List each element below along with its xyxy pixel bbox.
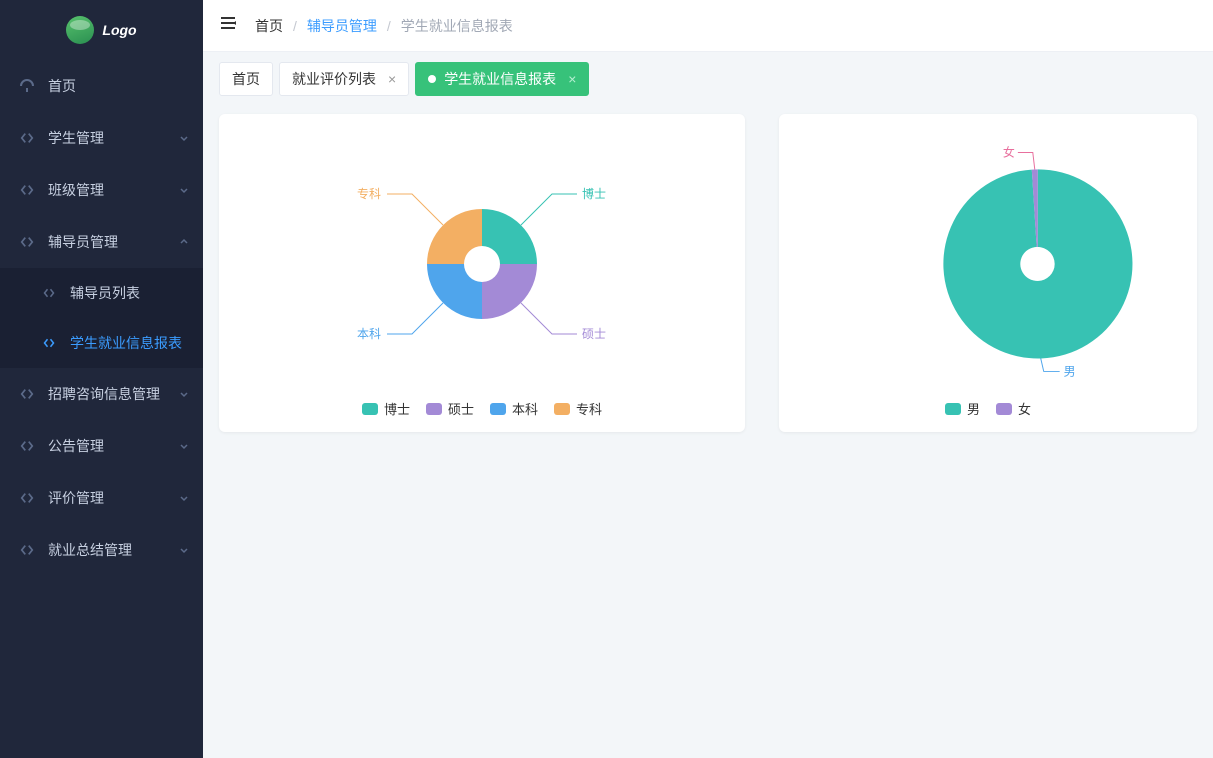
nav-sub-label: 学生就业信息报表 [70, 333, 182, 353]
legend-item-male[interactable]: 男 [945, 399, 980, 418]
code-icon [18, 387, 36, 401]
tabbar: 首页 就业评价列表 × 学生就业信息报表 × [203, 52, 1213, 106]
legend-label: 博士 [384, 399, 410, 418]
nav: 首页 学生管理 班级管理 [0, 60, 203, 576]
gender-pie-chart: 女 男 男 女 [779, 114, 1197, 432]
legend-label: 本科 [512, 399, 538, 418]
tab-evaluation-list[interactable]: 就业评价列表 × [279, 62, 409, 96]
legend-item-bachelor[interactable]: 本科 [490, 399, 538, 418]
legend-item-female[interactable]: 女 [996, 399, 1031, 418]
code-icon [18, 183, 36, 197]
nav-item-announcement[interactable]: 公告管理 [0, 420, 203, 472]
sidebar: Logo 首页 学生管理 班级 [0, 0, 203, 758]
code-icon [18, 235, 36, 249]
nav-item-recruitment[interactable]: 招聘咨询信息管理 [0, 368, 203, 420]
nav-item-summary[interactable]: 就业总结管理 [0, 524, 203, 576]
code-icon [18, 131, 36, 145]
breadcrumb-section[interactable]: 辅导员管理 [307, 16, 377, 36]
pie-label-junior: 专科 [357, 186, 381, 201]
code-icon [18, 491, 36, 505]
tab-active-dot [428, 75, 436, 83]
logo: Logo [0, 0, 203, 60]
education-legend: 博士 硕士 本科 专科 [219, 399, 745, 418]
chevron-down-icon [179, 438, 189, 454]
breadcrumb-page: 学生就业信息报表 [401, 16, 513, 36]
nav-sub-item-employment-report[interactable]: 学生就业信息报表 [0, 318, 203, 368]
education-pie-svg: 博士 硕士 本科 专科 [219, 114, 745, 394]
education-pie-chart: 博士 硕士 本科 专科 博士 硕士 本科 专科 [219, 114, 745, 432]
pie-label-doctor: 博士 [582, 186, 606, 201]
legend-swatch [426, 403, 442, 415]
nav-label: 就业总结管理 [48, 540, 132, 560]
pie-label-bachelor: 本科 [357, 327, 381, 341]
tab-label: 就业评价列表 [292, 69, 376, 89]
code-icon [40, 287, 58, 299]
legend-item-doctor[interactable]: 博士 [362, 399, 410, 418]
nav-label: 评价管理 [48, 488, 104, 508]
nav-sub-label: 辅导员列表 [70, 283, 140, 303]
chevron-down-icon [179, 386, 189, 402]
content: 博士 硕士 本科 专科 博士 硕士 本科 专科 [203, 106, 1213, 758]
menu-toggle-icon[interactable] [219, 14, 237, 37]
legend-swatch [490, 403, 506, 415]
close-icon[interactable]: × [568, 71, 576, 87]
main: 首页 / 辅导员管理 / 学生就业信息报表 首页 就业评价列表 × 学生就业信息… [203, 0, 1213, 758]
nav-label: 辅导员管理 [48, 232, 118, 252]
nav-item-home[interactable]: 首页 [0, 60, 203, 112]
pie-label-female: 女 [1003, 144, 1015, 159]
legend-label: 硕士 [448, 399, 474, 418]
legend-swatch [554, 403, 570, 415]
nav-sub-item-counselor-list[interactable]: 辅导员列表 [0, 268, 203, 318]
nav-label: 学生管理 [48, 128, 104, 148]
dashboard-icon [18, 78, 36, 94]
gender-pie-svg: 女 男 [779, 114, 1197, 394]
tab-home[interactable]: 首页 [219, 62, 273, 96]
legend-item-junior[interactable]: 专科 [554, 399, 602, 418]
nav-item-student[interactable]: 学生管理 [0, 112, 203, 164]
topbar: 首页 / 辅导员管理 / 学生就业信息报表 [203, 0, 1213, 52]
tab-employment-report[interactable]: 学生就业信息报表 × [415, 62, 589, 96]
legend-label: 女 [1018, 399, 1031, 418]
breadcrumb-sep: / [387, 18, 391, 34]
chevron-down-icon [179, 130, 189, 146]
close-icon[interactable]: × [388, 71, 396, 87]
tab-label: 学生就业信息报表 [444, 69, 556, 89]
logo-icon [66, 16, 94, 44]
nav-item-class[interactable]: 班级管理 [0, 164, 203, 216]
chevron-down-icon [179, 542, 189, 558]
legend-swatch [362, 403, 378, 415]
breadcrumb: 首页 / 辅导员管理 / 学生就业信息报表 [255, 16, 513, 36]
nav-item-evaluation[interactable]: 评价管理 [0, 472, 203, 524]
pie-label-male: 男 [1064, 364, 1076, 378]
nav-item-counselor[interactable]: 辅导员管理 [0, 216, 203, 268]
legend-item-master[interactable]: 硕士 [426, 399, 474, 418]
nav-label: 公告管理 [48, 436, 104, 456]
nav-label: 班级管理 [48, 180, 104, 200]
pie-label-master: 硕士 [582, 327, 606, 341]
nav-label: 首页 [48, 76, 76, 96]
logo-text: Logo [102, 22, 136, 38]
legend-swatch [996, 403, 1012, 415]
nav-sub-counselor: 辅导员列表 学生就业信息报表 [0, 268, 203, 368]
gender-legend: 男 女 [779, 399, 1197, 418]
code-icon [18, 543, 36, 557]
legend-label: 男 [967, 399, 980, 418]
tab-label: 首页 [232, 69, 260, 89]
code-icon [18, 439, 36, 453]
nav-label: 招聘咨询信息管理 [48, 384, 160, 404]
legend-label: 专科 [576, 399, 602, 418]
chevron-down-icon [179, 490, 189, 506]
legend-swatch [945, 403, 961, 415]
chevron-up-icon [179, 234, 189, 250]
breadcrumb-home[interactable]: 首页 [255, 16, 283, 36]
breadcrumb-sep: / [293, 18, 297, 34]
code-icon [40, 337, 58, 349]
chevron-down-icon [179, 182, 189, 198]
